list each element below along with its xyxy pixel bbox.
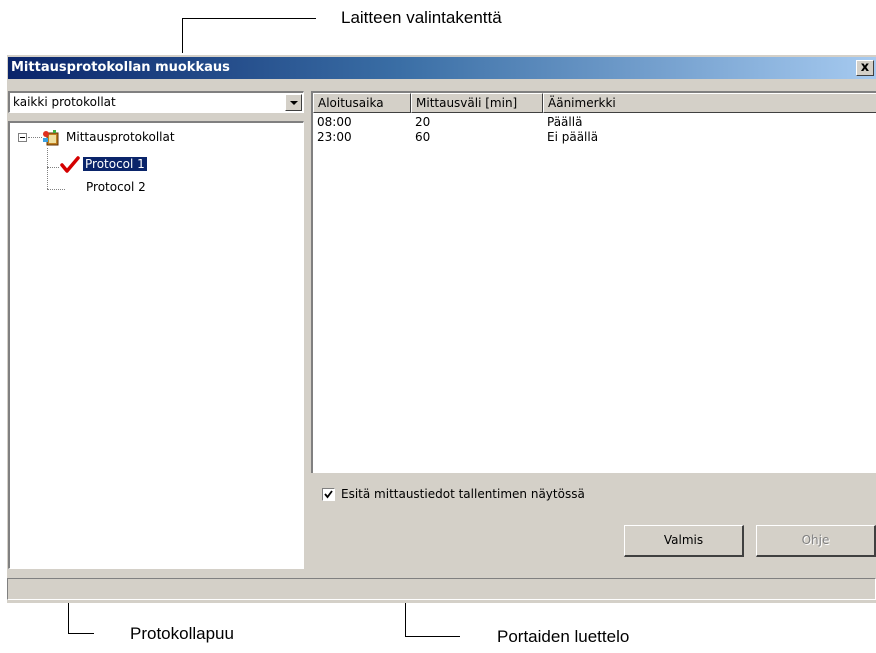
close-icon: x: [860, 60, 870, 75]
show-on-recorder-checkbox[interactable]: [322, 488, 335, 501]
checkbox-check-icon: [324, 490, 333, 499]
dropdown-arrow-icon: [290, 101, 298, 105]
tree-connector: [47, 167, 59, 168]
column-header-beep[interactable]: Äänimerkki: [543, 93, 876, 113]
protocol-tree-annotation: Protokollapuu: [130, 624, 234, 643]
tree-root-label[interactable]: Mittausprotokollat: [66, 130, 175, 144]
protocol-folder-icon: [43, 130, 59, 146]
status-bar: [7, 578, 876, 600]
table-cell: Ei päällä: [547, 130, 599, 144]
table-cell: 20: [415, 115, 431, 129]
protocol-tree-leader-h: [68, 633, 94, 634]
device-select-value: kaikki protokollat: [13, 95, 116, 109]
step-list-annotation: Portaiden luettelo: [497, 627, 630, 646]
show-on-recorder-label[interactable]: Esitä mittaustiedot tallentimen näytössä: [341, 487, 585, 501]
protocol-tree[interactable]: Mittausprotokollat Protocol 1 Protocol 2: [8, 121, 304, 569]
title-bar[interactable]: Mittausprotokollan muokkaus x: [8, 57, 876, 79]
step-list[interactable]: Aloitusaika Mittausväli [min] Äänimerkki…: [311, 91, 876, 473]
tree-connector: [28, 137, 42, 138]
device-selector-leader-h: [182, 18, 316, 19]
protocol-editor-window: Mittausprotokollan muokkaus x kaikki pro…: [5, 53, 876, 603]
active-check-icon: [60, 156, 80, 173]
table-cell: 60: [415, 130, 431, 144]
done-button[interactable]: Valmis: [624, 525, 744, 557]
step-list-leader-h: [405, 636, 460, 637]
table-cell: Päällä: [547, 115, 583, 129]
tree-item-protocol-1[interactable]: Protocol 1: [82, 156, 148, 172]
column-header-start-time[interactable]: Aloitusaika: [313, 93, 411, 113]
device-selector-annotation: Laitteen valintakenttä: [341, 8, 502, 27]
help-button[interactable]: Ohje: [756, 525, 876, 557]
collapse-icon[interactable]: [18, 133, 27, 142]
close-button[interactable]: x: [856, 60, 874, 76]
table-cell: 23:00: [317, 130, 352, 144]
tree-branch-line: [47, 148, 48, 189]
window-title: Mittausprotokollan muokkaus: [11, 60, 230, 75]
tree-connector: [47, 189, 65, 190]
device-select[interactable]: kaikki protokollat: [8, 91, 304, 113]
tree-item-protocol-2[interactable]: Protocol 2: [86, 180, 146, 194]
column-header-interval[interactable]: Mittausväli [min]: [411, 93, 543, 113]
table-cell: 08:00: [317, 115, 352, 129]
device-select-dropdown-button[interactable]: [285, 94, 302, 111]
